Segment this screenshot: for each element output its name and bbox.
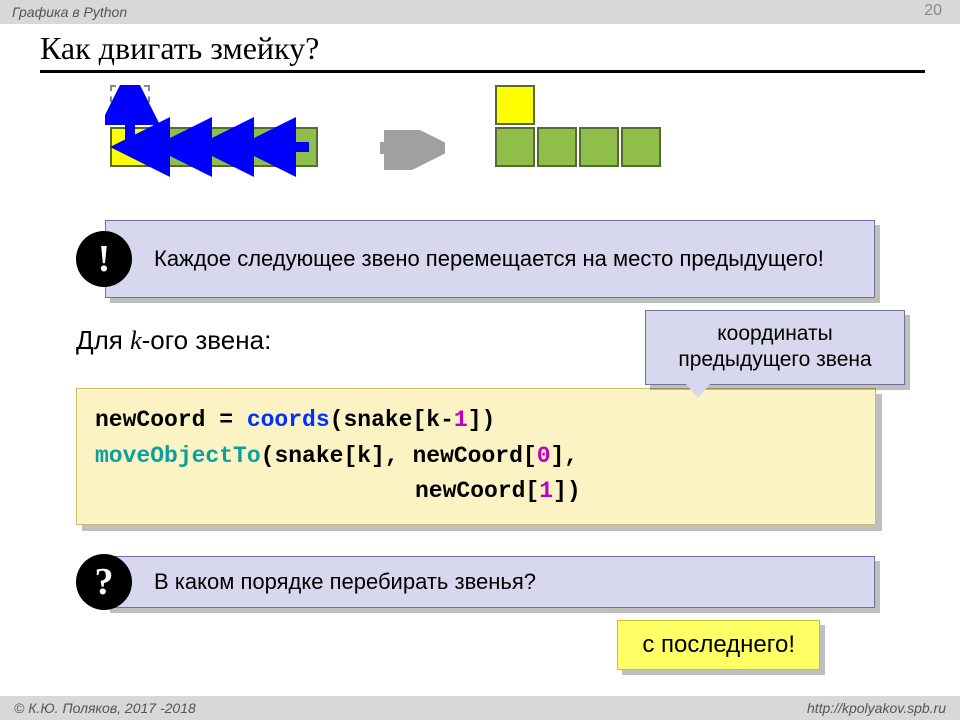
code-line-2: moveObjectTo(snake[k], newCoord[0], bbox=[95, 439, 857, 475]
code-tok: ], bbox=[551, 443, 579, 469]
code-line-1: newCoord = coords(snake[k-1]) bbox=[95, 403, 857, 439]
code-tok: (snake[k], newCoord[ bbox=[261, 443, 537, 469]
cell-body bbox=[495, 127, 535, 167]
code-tok: ]) bbox=[553, 478, 581, 504]
footer-url: http://kpolyakov.spb.ru bbox=[807, 700, 946, 716]
cell-body bbox=[537, 127, 577, 167]
note-explanation: ! Каждое следующее звено перемещается на… bbox=[105, 220, 875, 298]
move-arrows-icon bbox=[105, 85, 335, 185]
cell-body bbox=[579, 127, 619, 167]
subhead-k: k bbox=[130, 326, 142, 355]
code-tok: 0 bbox=[537, 443, 551, 469]
code-line-3: newCoord[1]) bbox=[95, 474, 857, 510]
cell-body bbox=[621, 127, 661, 167]
transition-arrow-icon bbox=[375, 130, 445, 170]
note-question: ? В каком порядке перебирать звенья? bbox=[105, 556, 875, 608]
code-tok: coords bbox=[247, 407, 330, 433]
question-icon: ? bbox=[76, 554, 132, 610]
note-text: Каждое следующее звено перемещается на м… bbox=[154, 245, 824, 274]
question-text: В каком порядке перебирать звенья? bbox=[154, 568, 536, 597]
slide-title: Как двигать змейку? bbox=[40, 30, 319, 67]
code-tok: (snake[k- bbox=[330, 407, 454, 433]
code-block: newCoord = coords(snake[k-1]) moveObject… bbox=[76, 388, 876, 525]
code-tok: moveObjectTo bbox=[95, 443, 261, 469]
callout-coords: координаты предыдущего звена bbox=[645, 310, 905, 385]
snake-diagram bbox=[105, 85, 825, 200]
page-number: 20 bbox=[924, 2, 942, 20]
header-subject: Графика в Python bbox=[12, 4, 127, 20]
code-tok: 1 bbox=[454, 407, 468, 433]
subheading: Для k-ого звена: bbox=[76, 325, 271, 356]
code-tok: newCoord = bbox=[95, 407, 247, 433]
answer-box: с последнего! bbox=[617, 620, 820, 670]
code-tok: 1 bbox=[539, 478, 553, 504]
cell-head-after bbox=[495, 85, 535, 125]
footer-copyright: © К.Ю. Поляков, 2017 -2018 bbox=[14, 700, 196, 716]
header-bar: Графика в Python bbox=[0, 0, 960, 24]
footer-bar: © К.Ю. Поляков, 2017 -2018 http://kpolya… bbox=[0, 696, 960, 720]
exclamation-icon: ! bbox=[76, 231, 132, 287]
title-underline bbox=[40, 70, 925, 73]
code-tok: newCoord[ bbox=[415, 478, 539, 504]
code-tok: ]) bbox=[468, 407, 496, 433]
subhead-post: -ого звена: bbox=[142, 325, 272, 355]
subhead-pre: Для bbox=[76, 325, 130, 355]
